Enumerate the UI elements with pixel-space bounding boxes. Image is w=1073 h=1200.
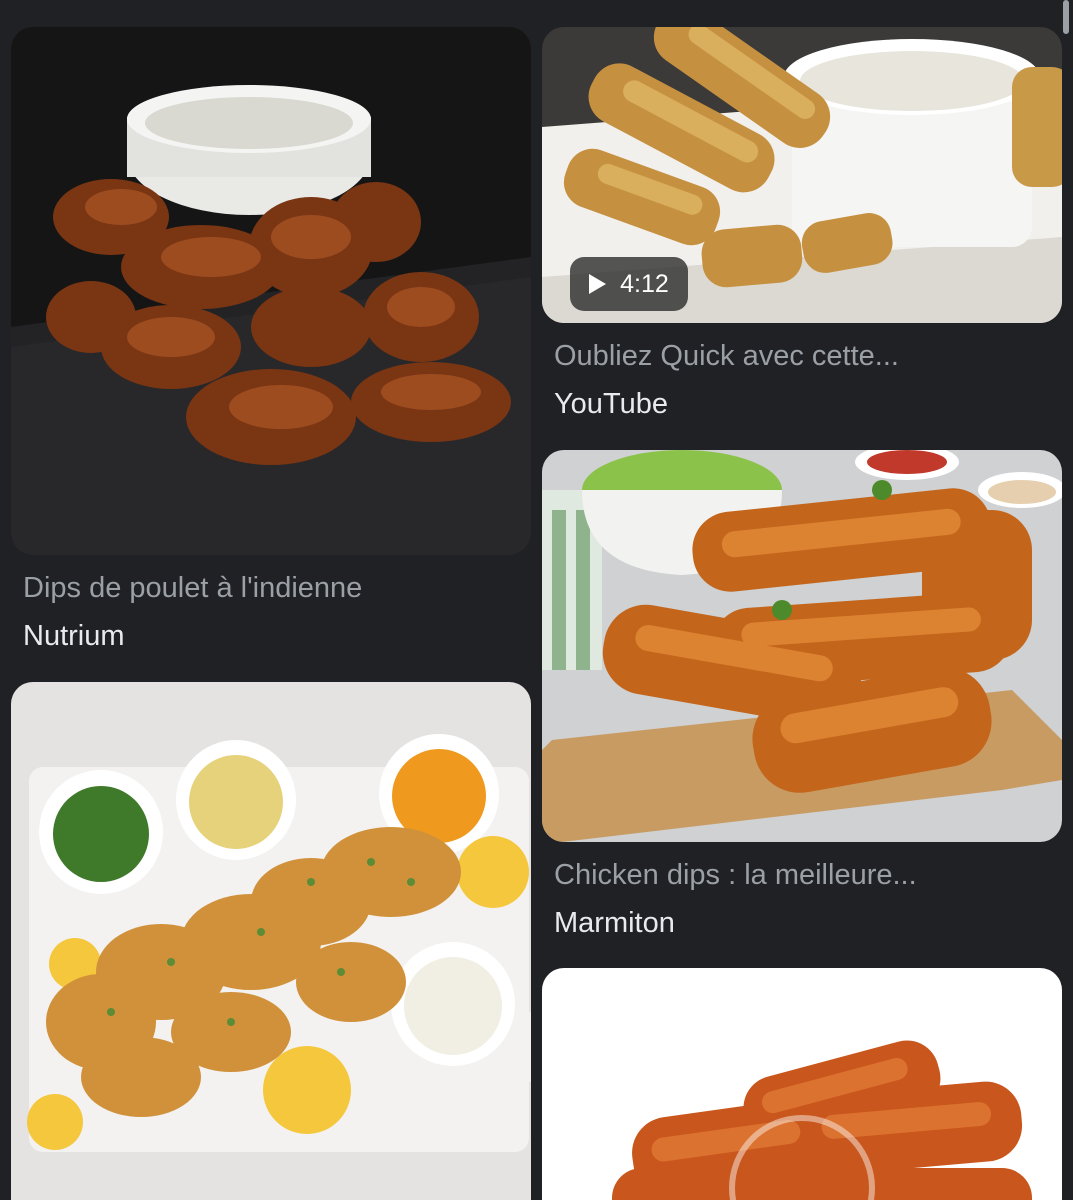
image-result-card[interactable]: Chicken dips : la meilleure... Marmiton bbox=[542, 450, 1062, 940]
image-result-card[interactable] bbox=[542, 968, 1062, 1200]
fried-chicken-nuggets-image bbox=[11, 27, 531, 555]
image-result-card[interactable]: 4:12 Oubliez Quick avec cette... YouTube bbox=[542, 27, 1062, 421]
result-source: Marmiton bbox=[554, 907, 675, 939]
image-result-card[interactable]: Dips de poulet à l'indienne Nutrium bbox=[11, 27, 531, 653]
result-title[interactable]: Dips de poulet à l'indienne bbox=[11, 571, 531, 605]
crispy-chicken-tenders-image bbox=[542, 450, 1062, 842]
result-title[interactable]: Oubliez Quick avec cette... bbox=[542, 339, 1062, 373]
result-thumbnail[interactable]: 4:12 bbox=[542, 27, 1062, 323]
result-thumbnail[interactable] bbox=[11, 27, 531, 555]
video-duration-badge: 4:12 bbox=[570, 257, 688, 311]
scrollbar[interactable] bbox=[1063, 0, 1069, 34]
result-thumbnail[interactable] bbox=[11, 682, 531, 1200]
result-source: YouTube bbox=[554, 388, 668, 420]
result-title[interactable]: Chicken dips : la meilleure... bbox=[542, 858, 1062, 892]
image-result-card[interactable] bbox=[11, 682, 531, 1200]
image-results-page: Dips de poulet à l'indienne Nutrium 4:12… bbox=[0, 0, 1073, 1200]
play-icon bbox=[589, 274, 607, 294]
result-thumbnail[interactable] bbox=[542, 968, 1062, 1200]
video-duration: 4:12 bbox=[620, 269, 669, 298]
result-source: Nutrium bbox=[23, 620, 125, 652]
chicken-tenders-white-image bbox=[542, 968, 1062, 1200]
fried-chicken-marble-board-image bbox=[11, 682, 531, 1200]
result-thumbnail[interactable] bbox=[542, 450, 1062, 842]
